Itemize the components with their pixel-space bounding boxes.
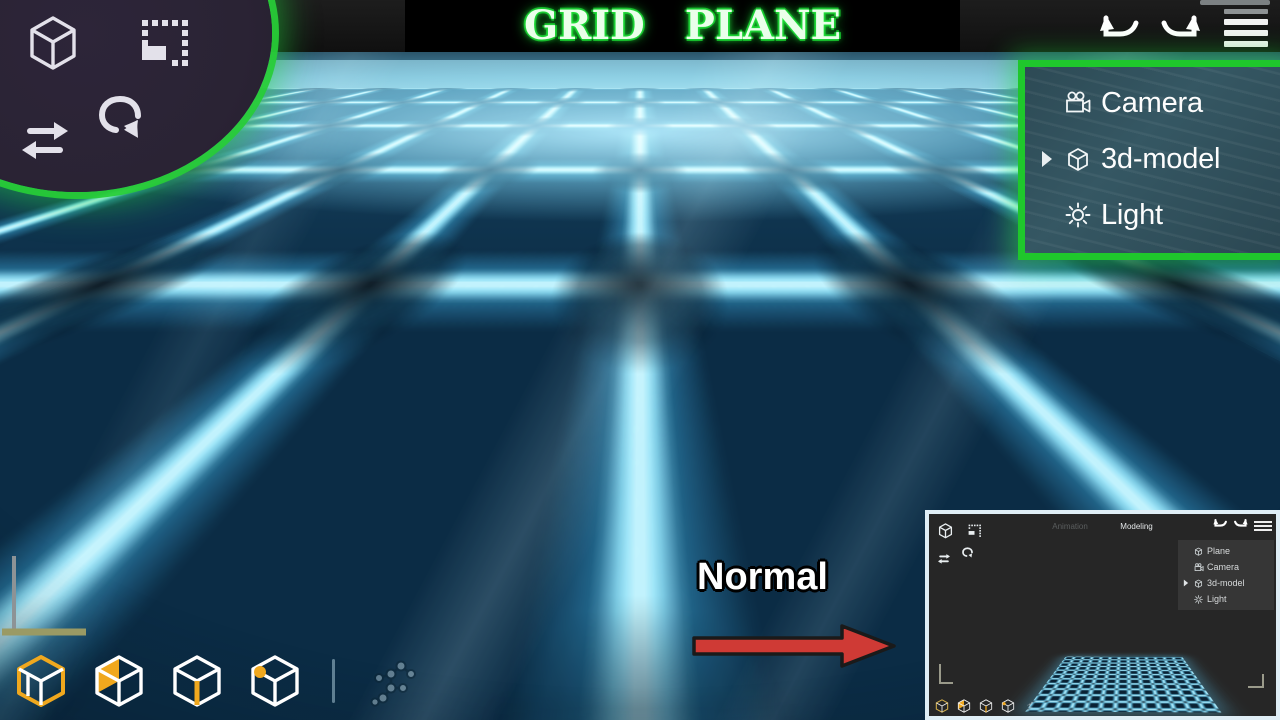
pip-hierarchy-item-3d-model[interactable]: 3d-model <box>1178 575 1274 591</box>
sun-icon <box>1064 202 1092 228</box>
rotate-arrow-icon[interactable] <box>94 90 150 146</box>
hierarchy-item-camera[interactable]: Camera <box>1025 75 1280 131</box>
marquee-select-icon[interactable] <box>136 14 192 70</box>
cube-icon <box>1064 146 1092 172</box>
move-arrows-icon[interactable] <box>18 118 72 164</box>
pip-cube-icon[interactable] <box>937 522 954 544</box>
pip-tab-animation[interactable]: Animation <box>1038 522 1102 531</box>
toolbar-divider <box>332 659 335 703</box>
pip-corner-guide-right <box>1248 674 1264 688</box>
annotation-arrow-icon <box>692 624 896 668</box>
app-root: Animation Modeling <box>0 0 1280 720</box>
hierarchy-item-3d-model[interactable]: 3d-model <box>1025 131 1280 187</box>
pip-viewport: Animation Modeling Plane Camera 3d-model… <box>929 514 1276 716</box>
hierarchy-item-light[interactable]: Light <box>1025 187 1280 243</box>
top-bar-actions <box>1096 6 1272 50</box>
pip-redo-icon[interactable] <box>1233 517 1249 535</box>
scene-hierarchy-panel: Camera 3d-model Light <box>1018 60 1280 260</box>
pip-bottom-toolbar <box>933 697 1038 714</box>
undo-icon[interactable] <box>1096 8 1142 48</box>
picture-in-picture-preview[interactable]: Animation Modeling Plane Camera 3d-model… <box>925 510 1280 720</box>
sun-icon <box>1193 594 1204 604</box>
pip-tool-bubble <box>935 520 1005 578</box>
pip-undo-icon[interactable] <box>1212 517 1228 535</box>
annotation-label: Normal <box>697 556 828 598</box>
pip-hierarchy-item-label: Light <box>1207 594 1227 604</box>
pip-hierarchy-item-label: Camera <box>1207 562 1240 572</box>
pip-cube-edge-icon[interactable] <box>977 697 994 714</box>
pip-cube-face-icon[interactable] <box>955 697 972 714</box>
pip-hierarchy-item-label: 3d-model <box>1207 578 1245 588</box>
pip-molecule-icon[interactable] <box>1021 697 1038 714</box>
movie-camera-icon <box>1193 562 1204 572</box>
pip-hierarchy-item-light[interactable]: Light <box>1178 591 1274 607</box>
pip-hierarchy-item-plane[interactable]: Plane <box>1178 543 1274 559</box>
cube-icon <box>1193 579 1204 588</box>
pip-tab-modeling[interactable]: Modeling <box>1106 522 1166 531</box>
cube-object-icon[interactable] <box>10 650 72 712</box>
hierarchy-item-label: 3d-model <box>1101 142 1221 175</box>
title-word-2: PLANE <box>684 2 842 49</box>
pip-scene-hierarchy: Plane Camera 3d-model Light <box>1178 540 1274 610</box>
pip-hamburger-menu-icon[interactable] <box>1254 521 1272 531</box>
pip-corner-guide-left <box>939 664 953 684</box>
pip-rotate-arrow-icon[interactable] <box>961 546 975 565</box>
hierarchy-item-label: Light <box>1101 198 1163 231</box>
pip-hierarchy-item-camera[interactable]: Camera <box>1178 559 1274 575</box>
hierarchy-item-label: Camera <box>1101 86 1203 119</box>
title-overlay: GRID PLANE <box>405 0 960 52</box>
pip-hierarchy-item-label: Plane <box>1207 546 1231 556</box>
scroll-indicator <box>1200 0 1270 5</box>
redo-icon[interactable] <box>1158 8 1204 48</box>
chevron-right-icon[interactable] <box>1039 150 1055 168</box>
pip-cube-object-icon[interactable] <box>933 697 950 714</box>
movie-camera-icon <box>1064 91 1092 115</box>
pip-top-actions <box>1212 517 1272 535</box>
chevron-right-icon[interactable] <box>1183 579 1190 587</box>
pip-marquee-select-icon[interactable] <box>967 523 982 543</box>
title-word-1: GRID <box>523 2 645 49</box>
cube-icon <box>1193 547 1204 556</box>
cube-face-icon[interactable] <box>88 650 150 712</box>
molecule-icon[interactable] <box>361 650 423 712</box>
cube-edge-icon[interactable] <box>166 650 228 712</box>
pip-grid-plane <box>1025 656 1222 713</box>
pip-move-arrows-icon[interactable] <box>937 552 951 570</box>
hamburger-menu-icon[interactable] <box>1220 6 1272 50</box>
cube-icon[interactable] <box>22 12 84 74</box>
cube-vertex-icon[interactable] <box>244 650 306 712</box>
pip-cube-vertex-icon[interactable] <box>999 697 1016 714</box>
